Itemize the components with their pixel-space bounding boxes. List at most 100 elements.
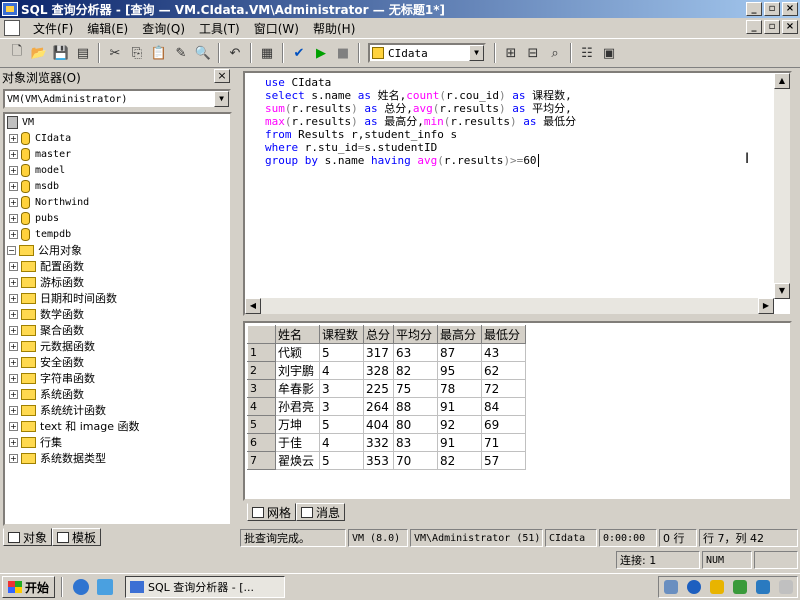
column-header[interactable]: 课程数 — [319, 325, 364, 344]
index-tuning-icon[interactable]: ⌕ — [544, 42, 566, 64]
column-header[interactable]: 最高分 — [437, 325, 482, 344]
expand-toggle[interactable]: + — [9, 453, 18, 463]
tree-common-object[interactable]: + 聚合函数 — [5, 322, 230, 338]
table-cell[interactable]: 70 — [393, 451, 438, 470]
find-icon[interactable]: 🔍 — [192, 42, 214, 64]
results-mode-icon[interactable]: ▦ — [256, 42, 278, 64]
object-browser-close-icon[interactable]: × — [214, 69, 230, 83]
menu-help[interactable]: 帮助(H) — [306, 20, 362, 37]
table-row[interactable]: 6 于佳 4 332 83 91 71 — [247, 433, 526, 452]
expand-toggle[interactable]: + — [9, 405, 18, 415]
table-cell[interactable]: 69 — [481, 415, 526, 434]
tree-database[interactable]: + pubs — [5, 210, 230, 226]
query-text[interactable]: use CIdata select s.name as 姓名,count(r.co… — [265, 76, 576, 167]
tree-common-object[interactable]: + text 和 image 函数 — [5, 418, 230, 434]
expand-toggle[interactable]: + — [9, 261, 18, 271]
scroll-down-icon[interactable]: ▼ — [774, 283, 790, 299]
show-trace-icon[interactable]: ⊟ — [522, 42, 544, 64]
tree-database[interactable]: + Northwind — [5, 194, 230, 210]
expand-toggle[interactable]: + — [9, 149, 18, 159]
expand-toggle[interactable]: + — [9, 213, 18, 223]
expand-toggle[interactable]: + — [9, 357, 18, 367]
expand-toggle[interactable]: + — [9, 373, 18, 383]
expand-toggle[interactable]: + — [9, 181, 18, 191]
open-icon[interactable]: 📂 — [28, 42, 50, 64]
internet-explorer-icon[interactable] — [73, 579, 90, 595]
tree-database[interactable]: + model — [5, 162, 230, 178]
tree-common-object[interactable]: + 行集 — [5, 434, 230, 450]
menu-file[interactable]: 文件(F) — [26, 20, 80, 37]
table-cell[interactable]: 317 — [363, 343, 394, 362]
table-cell[interactable]: 225 — [363, 379, 394, 398]
table-cell[interactable]: 62 — [481, 361, 526, 380]
tree-database[interactable]: + CIdata — [5, 130, 230, 146]
tree-common-object[interactable]: + 游标函数 — [5, 274, 230, 290]
table-row[interactable]: 1 代颖 5 317 63 87 43 — [247, 343, 526, 362]
table-row[interactable]: 5 万坤 5 404 80 92 69 — [247, 415, 526, 434]
column-header[interactable]: 最低分 — [481, 325, 526, 344]
paste-icon[interactable]: 📋 — [148, 42, 170, 64]
table-cell[interactable]: 牟春影 — [275, 379, 320, 398]
table-cell[interactable]: 5 — [319, 343, 364, 362]
table-cell[interactable]: 于佳 — [275, 433, 320, 452]
row-number[interactable]: 4 — [247, 397, 276, 416]
row-number[interactable]: 2 — [247, 361, 276, 380]
sql-server-service-icon[interactable] — [732, 580, 747, 594]
expand-toggle[interactable]: + — [9, 341, 18, 351]
table-cell[interactable]: 万坤 — [275, 415, 320, 434]
menu-query[interactable]: 查询(Q) — [135, 20, 192, 37]
table-cell[interactable]: 4 — [319, 361, 364, 380]
volume-icon[interactable] — [778, 580, 793, 594]
column-header[interactable]: 平均分 — [393, 325, 438, 344]
connection-select[interactable]: VM(VM\Administrator) ▼ — [3, 89, 231, 109]
child-restore-button[interactable]: ▫ — [764, 20, 780, 34]
table-cell[interactable]: 翟焕云 — [275, 451, 320, 470]
tree-common-object[interactable]: + 配置函数 — [5, 258, 230, 274]
tab-grid[interactable]: 网格 — [247, 503, 297, 521]
scroll-up-icon[interactable]: ▲ — [774, 73, 790, 89]
table-cell[interactable]: 83 — [393, 433, 438, 452]
stop-icon[interactable]: ■ — [332, 42, 354, 64]
row-number[interactable]: 7 — [247, 451, 276, 470]
display-plan-icon[interactable]: ⊞ — [500, 42, 522, 64]
table-cell[interactable]: 代颖 — [275, 343, 320, 362]
object-search-icon[interactable]: ▣ — [598, 42, 620, 64]
tree-common-objects[interactable]: − 公用对象 — [5, 242, 230, 258]
table-cell[interactable]: 孙君亮 — [275, 397, 320, 416]
database-select[interactable]: CIdata ▼ — [368, 43, 486, 63]
table-cell[interactable]: 72 — [481, 379, 526, 398]
tree-common-object[interactable]: + 安全函数 — [5, 354, 230, 370]
table-row[interactable]: 7 翟焕云 5 353 70 82 57 — [247, 451, 526, 470]
table-cell[interactable]: 80 — [393, 415, 438, 434]
expand-toggle[interactable]: + — [9, 197, 18, 207]
column-header[interactable]: 姓名 — [275, 325, 320, 344]
table-cell[interactable]: 4 — [319, 433, 364, 452]
query-editor[interactable]: use CIdata select s.name as 姓名,count(r.co… — [243, 71, 792, 316]
save-icon[interactable]: 💾 — [50, 42, 72, 64]
maximize-button[interactable]: ▫ — [764, 2, 780, 16]
table-cell[interactable]: 87 — [437, 343, 482, 362]
start-button[interactable]: 开始 — [2, 576, 56, 598]
table-cell[interactable]: 92 — [437, 415, 482, 434]
table-cell[interactable]: 91 — [437, 433, 482, 452]
tree-database[interactable]: + master — [5, 146, 230, 162]
minimize-button[interactable]: _ — [746, 2, 762, 16]
table-row[interactable]: 3 牟春影 3 225 75 78 72 — [247, 379, 526, 398]
expand-toggle[interactable]: + — [9, 325, 18, 335]
expand-toggle[interactable]: + — [9, 293, 18, 303]
tree-common-object[interactable]: + 字符串函数 — [5, 370, 230, 386]
table-cell[interactable]: 91 — [437, 397, 482, 416]
menu-tools[interactable]: 工具(T) — [192, 20, 247, 37]
child-close-button[interactable]: × — [782, 20, 798, 34]
expand-toggle[interactable]: + — [9, 309, 18, 319]
tree-database[interactable]: + msdb — [5, 178, 230, 194]
expand-toggle[interactable]: + — [9, 437, 18, 447]
table-cell[interactable]: 82 — [393, 361, 438, 380]
tray-app-icon[interactable] — [755, 580, 770, 594]
tree-common-object[interactable]: + 数学函数 — [5, 306, 230, 322]
table-row[interactable]: 2 刘宇鹏 4 328 82 95 62 — [247, 361, 526, 380]
object-browser-icon[interactable]: ☷ — [576, 42, 598, 64]
editor-vertical-scrollbar[interactable]: ▲ ▼ — [774, 73, 790, 299]
row-number[interactable]: 3 — [247, 379, 276, 398]
expand-toggle[interactable]: + — [9, 165, 18, 175]
